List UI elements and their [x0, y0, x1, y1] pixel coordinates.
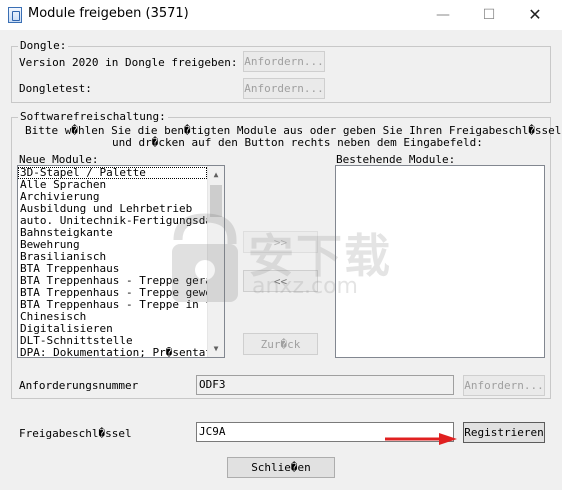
- list-item[interactable]: BTA Treppenhaus - Treppe gerade: [18, 275, 207, 287]
- minimize-button[interactable]: —: [420, 0, 466, 30]
- dongle-group-title: Dongle:: [18, 39, 69, 53]
- add-module-button[interactable]: >>: [243, 231, 318, 253]
- instruction-line-2: und dr�cken auf den Button rechts neben …: [112, 136, 483, 149]
- list-item[interactable]: auto. Unitechnik-Fertigungsdate: [18, 215, 207, 227]
- close-button[interactable]: Schlie�en: [227, 457, 335, 478]
- remove-module-button[interactable]: <<: [243, 270, 318, 292]
- dongle-version-label: Version 2020 in Dongle freigeben:: [19, 56, 238, 69]
- list-item[interactable]: Archivierung: [18, 191, 207, 203]
- scroll-up-icon[interactable]: ▲: [208, 166, 224, 183]
- list-item[interactable]: Ausbildung und Lehrbetrieb: [18, 203, 207, 215]
- list-item[interactable]: DPA: Dokumentation; Pr�sentatio: [18, 347, 207, 357]
- dialog-client: Dongle: Version 2020 in Dongle freigeben…: [0, 30, 562, 490]
- list-item[interactable]: 3D-Stapel / Palette: [18, 167, 207, 179]
- list-item[interactable]: Bahnsteigkante: [18, 227, 207, 239]
- scroll-down-icon[interactable]: ▼: [208, 340, 224, 357]
- list-item[interactable]: Brasilianisch: [18, 251, 207, 263]
- existing-modules-list[interactable]: [335, 165, 545, 358]
- new-modules-list[interactable]: 3D-Stapel / Palette Alle Sprachen Archivie…: [17, 165, 225, 358]
- request-number-button[interactable]: Anfordern...: [463, 375, 545, 396]
- list-item[interactable]: BTA Treppenhaus - Treppe gewend: [18, 287, 207, 299]
- request-number-label: Anforderungsnummer: [19, 379, 139, 392]
- list-item[interactable]: DLT-Schnittstelle: [18, 335, 207, 347]
- list-item[interactable]: Alle Sprachen: [18, 179, 207, 191]
- list-item[interactable]: BTA Treppenhaus - Treppe in fes: [18, 299, 207, 311]
- register-button[interactable]: Registrieren: [463, 422, 545, 443]
- release-key-label: Freigabeschl�ssel: [19, 427, 132, 440]
- close-window-button[interactable]: ✕: [512, 0, 558, 30]
- new-modules-items: 3D-Stapel / Palette Alle Sprachen Archivie…: [18, 167, 207, 357]
- reset-button[interactable]: Zur�ck: [243, 333, 318, 355]
- request-number-field[interactable]: ODF3: [196, 375, 454, 395]
- list-item[interactable]: Bewehrung: [18, 239, 207, 251]
- dongletest-request-button[interactable]: Anfordern...: [243, 78, 325, 99]
- software-group-title: Softwarefreischaltung:: [18, 110, 168, 124]
- list-item[interactable]: BTA Treppenhaus: [18, 263, 207, 275]
- window-title: Module freigeben (3571): [28, 6, 189, 21]
- dongletest-label: Dongletest:: [19, 82, 92, 95]
- list-item[interactable]: Chinesisch: [18, 311, 207, 323]
- scroll-thumb[interactable]: [210, 185, 222, 217]
- title-bar: Module freigeben (3571) — ☐ ✕: [0, 0, 562, 30]
- annotation-arrow-icon: [385, 433, 457, 445]
- app-icon: [8, 7, 22, 23]
- dongle-version-request-button[interactable]: Anfordern...: [243, 51, 325, 72]
- new-modules-scrollbar[interactable]: ▲ ▼: [207, 166, 224, 357]
- maximize-button[interactable]: ☐: [466, 0, 512, 30]
- list-item[interactable]: Digitalisieren: [18, 323, 207, 335]
